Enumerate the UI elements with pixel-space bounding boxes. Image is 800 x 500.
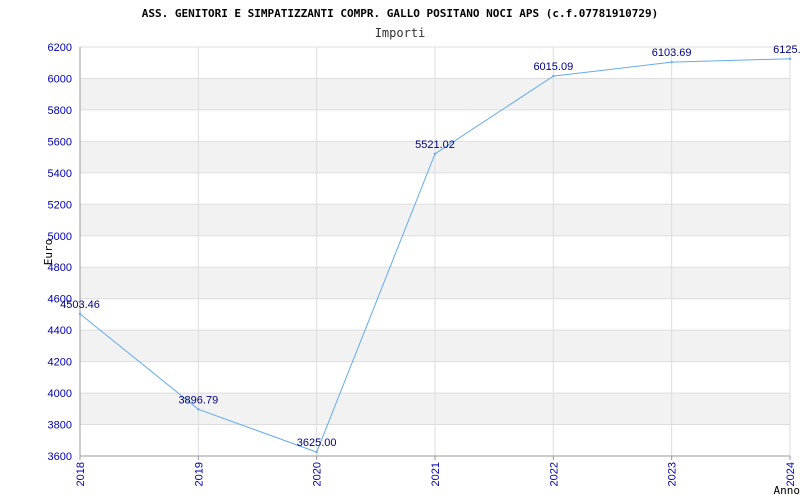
x-tick-labels: 2018 2019 2020 2021 2022 2023 2024 [75,462,797,486]
line-chart: 3600380040004200440046004800500052005400… [42,7,800,497]
x-axis-label: Anno [774,484,800,497]
y-tick-label: 5400 [48,168,72,180]
y-tick-label: 4200 [48,357,72,369]
data-point [670,60,673,64]
y-tick-label: 3800 [48,420,72,432]
data-point [78,312,82,316]
y-tick-label: 5800 [48,105,72,117]
data-point [788,57,792,60]
data-label: 6125.2 [773,44,800,56]
data-point [315,450,318,454]
y-tick-label: 4000 [48,388,72,400]
x-tick-label: 2023 [667,462,679,486]
x-tick-label: 2020 [312,462,324,486]
y-tick-label: 5200 [48,199,72,211]
data-label: 3896.79 [178,394,218,406]
data-label: 6015.09 [533,61,573,73]
x-tick-label: 2019 [193,462,205,486]
x-tick-label: 2024 [785,462,797,486]
data-point [433,152,437,156]
y-tick-label: 5600 [48,136,72,148]
data-label: 6103.69 [652,47,692,59]
data-label: 4503.46 [60,299,100,311]
y-tick-label: 6000 [48,73,72,85]
data-label: 3625.00 [297,437,337,449]
y-tick-label: 4400 [48,325,72,337]
data-label: 5521.02 [415,139,455,151]
y-tick-label: 6200 [48,42,72,54]
y-axis-label: Euro [42,239,55,266]
y-tick-label: 3600 [48,451,72,463]
data-point [552,74,555,78]
x-tick-label: 2018 [75,462,87,486]
x-tick-label: 2022 [548,462,560,486]
x-tick-label: 2021 [430,462,442,486]
data-point [197,408,200,411]
chart-title: ASS. GENITORI E SIMPATIZZANTI COMPR. GAL… [142,7,659,20]
chart-subtitle: Importi [375,26,426,40]
